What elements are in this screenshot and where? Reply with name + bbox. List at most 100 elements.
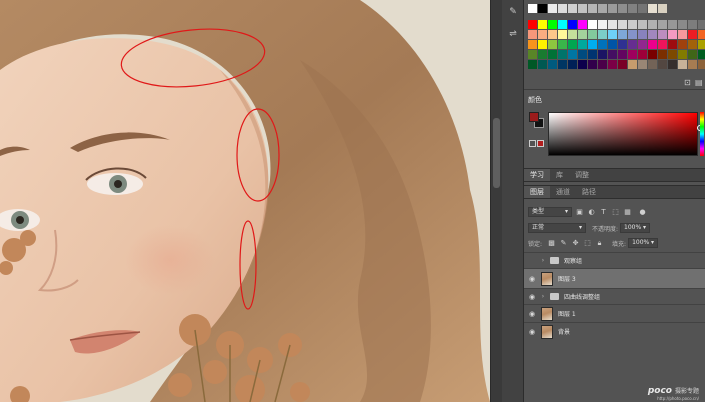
color-panel-title[interactable]: 颜色 xyxy=(528,95,542,105)
layer-name[interactable]: 四曲线调整组 xyxy=(564,292,600,301)
color-swatch[interactable] xyxy=(628,30,637,39)
color-swatch[interactable] xyxy=(638,60,647,69)
blend-mode-select[interactable]: 正常 ▾ xyxy=(528,223,586,233)
color-swatch[interactable] xyxy=(618,60,627,69)
color-swatch[interactable] xyxy=(648,50,657,59)
color-swatch[interactable] xyxy=(588,50,597,59)
color-swatch[interactable] xyxy=(698,50,705,59)
color-swatch[interactable] xyxy=(618,30,627,39)
color-swatch[interactable] xyxy=(638,20,647,29)
color-swatch[interactable] xyxy=(688,50,697,59)
color-swatch[interactable] xyxy=(588,30,597,39)
layer-name[interactable]: 图层 3 xyxy=(558,274,576,283)
tab-layers[interactable]: 图层 xyxy=(524,186,550,198)
color-swatch[interactable] xyxy=(598,50,607,59)
tab-learn[interactable]: 学习 xyxy=(524,169,550,181)
color-swatch[interactable] xyxy=(598,40,607,49)
layer-row[interactable]: ◉ 图层 1 xyxy=(524,304,705,322)
color-swatch[interactable] xyxy=(578,20,587,29)
color-swatch[interactable] xyxy=(528,20,537,29)
color-swatch[interactable] xyxy=(608,40,617,49)
tab-libraries[interactable]: 库 xyxy=(550,169,569,181)
color-swatch[interactable] xyxy=(638,30,647,39)
color-swatch[interactable] xyxy=(548,20,557,29)
color-swatch[interactable] xyxy=(608,60,617,69)
color-swatch[interactable] xyxy=(688,20,697,29)
color-swatch[interactable] xyxy=(538,20,547,29)
color-swatch[interactable] xyxy=(548,4,557,13)
lock-all-icon[interactable]: 🔒︎ xyxy=(595,239,604,248)
color-swatch[interactable] xyxy=(598,4,607,13)
color-swatch[interactable] xyxy=(538,50,547,59)
color-swatch[interactable] xyxy=(588,4,597,13)
color-swatch[interactable] xyxy=(578,60,587,69)
filter-text-icon[interactable]: T xyxy=(599,208,608,217)
color-swatch[interactable] xyxy=(568,20,577,29)
layer-row[interactable]: › 观察组 xyxy=(524,252,705,268)
color-swatch[interactable] xyxy=(658,40,667,49)
color-swatch[interactable] xyxy=(568,60,577,69)
color-swatch[interactable] xyxy=(658,50,667,59)
color-swatch[interactable] xyxy=(638,4,647,13)
color-swatch[interactable] xyxy=(638,50,647,59)
color-swatch[interactable] xyxy=(678,50,687,59)
delete-swatch-icon[interactable]: ▤ xyxy=(695,78,703,87)
color-swatch[interactable] xyxy=(538,40,547,49)
color-swatch[interactable] xyxy=(638,40,647,49)
color-swatch[interactable] xyxy=(558,40,567,49)
color-swatch[interactable] xyxy=(658,30,667,39)
scrollbar-thumb[interactable] xyxy=(493,118,500,188)
caret-icon[interactable]: › xyxy=(539,257,547,264)
color-swatch[interactable] xyxy=(668,40,677,49)
color-swatch[interactable] xyxy=(538,60,547,69)
eye-icon[interactable]: ◉ xyxy=(527,275,537,283)
eye-icon[interactable]: ◉ xyxy=(527,293,537,301)
color-swatch[interactable] xyxy=(538,4,547,13)
color-swatch[interactable] xyxy=(568,4,577,13)
color-swatch[interactable] xyxy=(648,40,657,49)
color-swatch[interactable] xyxy=(678,60,687,69)
caret-icon[interactable]: › xyxy=(539,293,547,300)
color-swatch[interactable] xyxy=(608,4,617,13)
color-swatch[interactable] xyxy=(668,60,677,69)
filter-smart-icon[interactable]: ▦ xyxy=(623,208,632,217)
color-swatch[interactable] xyxy=(608,30,617,39)
color-swatch[interactable] xyxy=(628,4,637,13)
color-swatch[interactable] xyxy=(588,40,597,49)
color-swatch[interactable] xyxy=(628,40,637,49)
color-swatch[interactable] xyxy=(658,4,667,13)
filter-toggle-icon[interactable]: ● xyxy=(638,208,647,217)
tab-channels[interactable]: 通道 xyxy=(550,186,576,198)
color-swatch[interactable] xyxy=(608,50,617,59)
color-swatch[interactable] xyxy=(618,40,627,49)
adjustments-icon[interactable]: ⇌ xyxy=(506,28,520,40)
color-swatch[interactable] xyxy=(668,50,677,59)
color-swatch[interactable] xyxy=(618,50,627,59)
fill-field[interactable]: 100% ▾ xyxy=(628,238,659,248)
layer-name[interactable]: 背景 xyxy=(558,327,570,336)
eye-icon[interactable]: ◉ xyxy=(527,310,537,318)
color-swatch[interactable] xyxy=(548,40,557,49)
color-swatch[interactable] xyxy=(618,20,627,29)
color-swatch[interactable] xyxy=(628,60,637,69)
color-saturation-field[interactable] xyxy=(548,112,703,156)
new-swatch-icon[interactable]: ⊡ xyxy=(684,78,691,87)
color-swatch[interactable] xyxy=(598,20,607,29)
canvas-vertical-scrollbar[interactable] xyxy=(490,0,502,402)
color-swatch[interactable] xyxy=(558,4,567,13)
lock-pixel-icon[interactable]: ✎ xyxy=(559,239,568,248)
layer-thumbnail[interactable] xyxy=(541,271,553,286)
color-swatch[interactable] xyxy=(618,4,627,13)
color-swatch[interactable] xyxy=(668,30,677,39)
color-swatch[interactable] xyxy=(698,60,705,69)
color-swatch[interactable] xyxy=(588,20,597,29)
tab-adjustments[interactable]: 调整 xyxy=(569,169,595,181)
color-swatch[interactable] xyxy=(528,30,537,39)
brush-settings-icon[interactable]: ✎ xyxy=(506,6,520,18)
color-swatch[interactable] xyxy=(578,50,587,59)
layer-thumbnail[interactable] xyxy=(541,324,553,339)
color-swatch[interactable] xyxy=(538,30,547,39)
color-swatch[interactable] xyxy=(668,20,677,29)
color-swatch[interactable] xyxy=(578,4,587,13)
tab-paths[interactable]: 路径 xyxy=(576,186,602,198)
